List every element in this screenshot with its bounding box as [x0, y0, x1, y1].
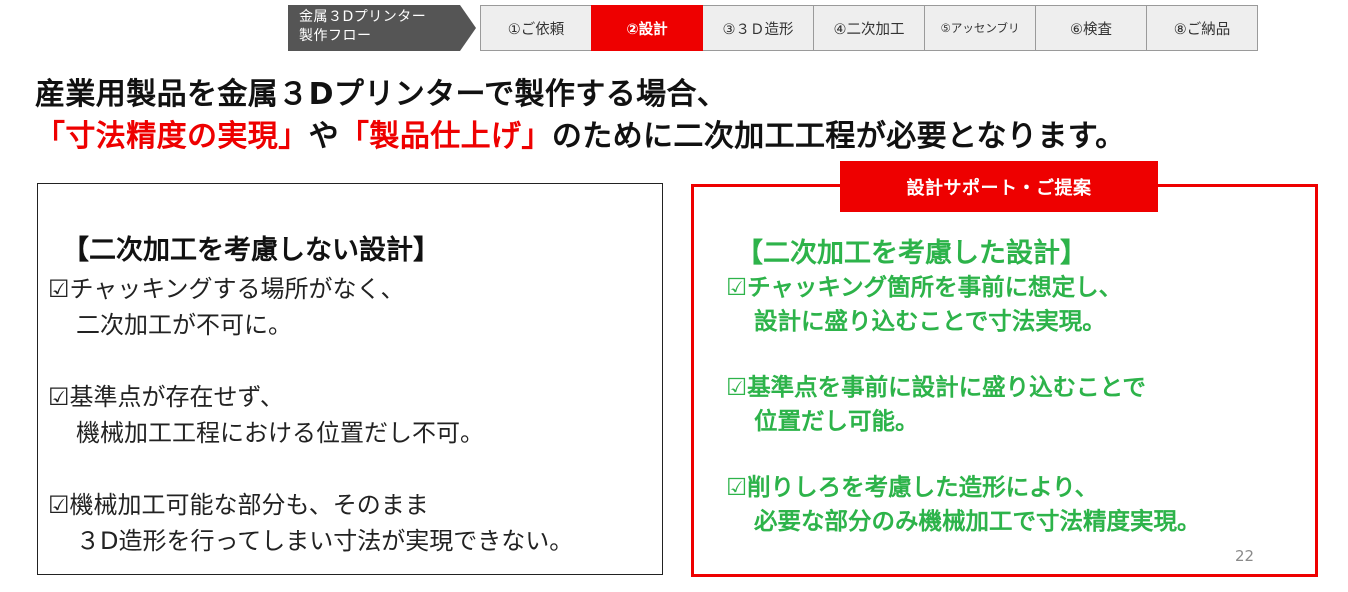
- list-item: ☑削りしろを考慮した造形により、 必要な部分のみ機械加工で寸法精度実現。: [726, 470, 1201, 538]
- headline-line1: 産業用製品を金属３Dプリンターで製作する場合、: [35, 77, 728, 112]
- headline-accent-dimensional-accuracy: 「寸法精度の実現」: [35, 119, 309, 154]
- flow-step-secondary-machining[interactable]: ④二次加工: [813, 5, 925, 51]
- headline: 産業用製品を金属３Dプリンターで製作する場合、 「寸法精度の実現」や「製品仕上げ…: [35, 74, 1126, 158]
- flow-step-delivery[interactable]: ⑧ご納品: [1146, 5, 1258, 51]
- point-line: ☑機械加工可能な部分も、そのまま: [48, 491, 429, 519]
- list-item: ☑基準点が存在せず、 機械加工工程における位置だし不可。: [48, 379, 573, 451]
- design-support-tab: 設計サポート・ご提案: [840, 161, 1158, 212]
- panel-right-title: 【二次加工を考慮した設計】: [736, 238, 1087, 269]
- flow-steps: ①ご依頼 ②設計 ③３Ｄ造形 ④二次加工 ⑤アッセンブリ ⑥検査 ⑧ご納品: [480, 5, 1258, 51]
- point-line: ☑削りしろを考慮した造形により、: [726, 473, 1099, 501]
- point-line: ☑基準点が存在せず、: [48, 383, 284, 411]
- list-item: ☑基準点を事前に設計に盛り込むことで 位置だし可能。: [726, 370, 1201, 438]
- list-item: ☑チャッキングする場所がなく、 二次加工が不可に。: [48, 271, 573, 343]
- page-number: 22: [1235, 547, 1255, 565]
- point-line: 機械加工工程における位置だし不可。: [76, 419, 484, 447]
- flow-label-line1: 金属３Dプリンター: [299, 9, 427, 25]
- flow-step-3d-printing[interactable]: ③３Ｄ造形: [702, 5, 814, 51]
- panel-without-consideration: 【二次加工を考慮しない設計】 ☑チャッキングする場所がなく、 二次加工が不可に。…: [37, 183, 663, 575]
- flow-step-assembly[interactable]: ⑤アッセンブリ: [924, 5, 1036, 51]
- point-line: 二次加工が不可に。: [76, 311, 292, 339]
- headline-line2-end: のために二次加工工程が必要となります。: [551, 119, 1126, 154]
- panel-with-consideration: 【二次加工を考慮した設計】 ☑チャッキング箇所を事前に想定し、 設計に盛り込むこ…: [691, 184, 1318, 577]
- point-line: 設計に盛り込むことで寸法実現。: [754, 307, 1106, 335]
- headline-accent-finishing: 「製品仕上げ」: [339, 119, 552, 154]
- headline-line2: 「寸法精度の実現」や「製品仕上げ」のために二次加工工程が必要となります。: [35, 116, 1126, 158]
- list-item: ☑チャッキング箇所を事前に想定し、 設計に盛り込むことで寸法実現。: [726, 270, 1201, 338]
- flow-step-request[interactable]: ①ご依頼: [480, 5, 592, 51]
- point-line: ☑チャッキング箇所を事前に想定し、: [726, 273, 1123, 301]
- flow-step-design[interactable]: ②設計: [591, 5, 703, 51]
- list-item: ☑機械加工可能な部分も、そのまま ３D造形を行ってしまい寸法が実現できない。: [48, 487, 573, 559]
- headline-connector: や: [308, 119, 340, 154]
- point-line: 位置だし可能。: [754, 407, 919, 435]
- flow-label: 金属３Dプリンター 製作フロー: [288, 5, 476, 51]
- panel-left-title: 【二次加工を考慮しない設計】: [62, 235, 440, 266]
- flow-step-inspection[interactable]: ⑥検査: [1035, 5, 1147, 51]
- point-line: ☑基準点を事前に設計に盛り込むことで: [726, 373, 1146, 401]
- panel-right-points: ☑チャッキング箇所を事前に想定し、 設計に盛り込むことで寸法実現。 ☑基準点を事…: [726, 270, 1201, 570]
- point-line: ３D造形を行ってしまい寸法が実現できない。: [76, 527, 574, 555]
- point-line: 必要な部分のみ機械加工で寸法精度実現。: [754, 507, 1201, 535]
- flow-label-line2: 製作フロー: [299, 28, 372, 44]
- panel-left-points: ☑チャッキングする場所がなく、 二次加工が不可に。 ☑基準点が存在せず、 機械加…: [48, 271, 573, 559]
- point-line: ☑チャッキングする場所がなく、: [48, 275, 405, 303]
